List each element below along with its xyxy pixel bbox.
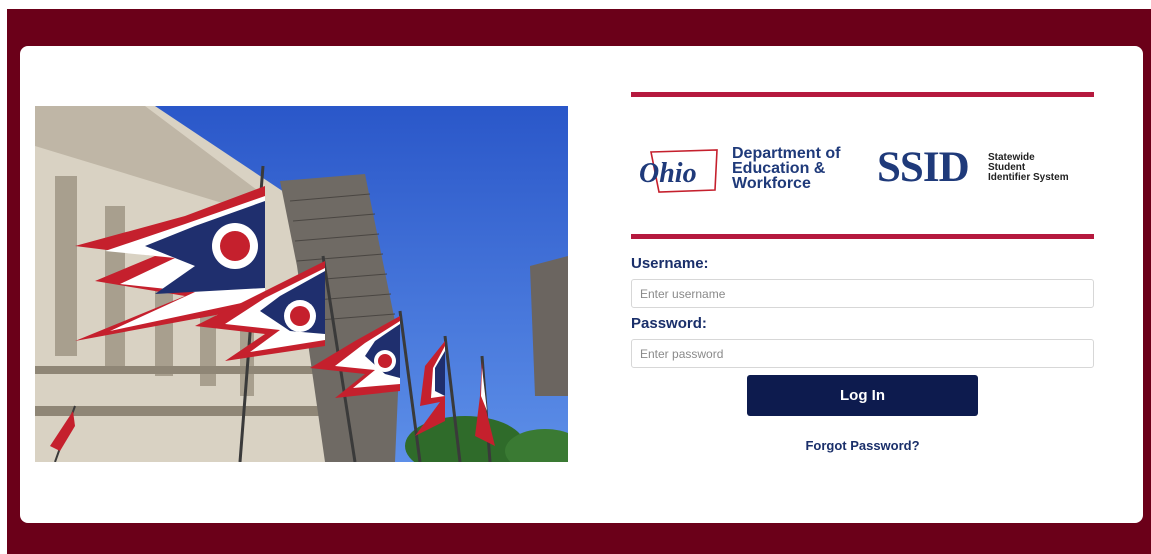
ohio-logo-text: Ohio	[639, 158, 697, 189]
flags-photo	[35, 106, 568, 462]
login-button[interactable]: Log In	[747, 375, 978, 416]
forgot-password-link[interactable]: Forgot Password?	[631, 438, 1094, 453]
password-input[interactable]	[631, 339, 1094, 368]
username-label: Username:	[631, 255, 709, 272]
dept-line-3: Workforce	[732, 175, 811, 192]
ssid-desc-line-3: Identifier System	[988, 172, 1069, 183]
dept-line-1: Department of	[732, 145, 841, 162]
password-label: Password:	[631, 315, 707, 332]
ssid-description: Statewide Student Identifier System	[988, 153, 1069, 183]
dept-name: Department of Education & Workforce	[732, 145, 841, 192]
ohio-logo: Ohio	[639, 149, 718, 193]
hero-photo	[35, 106, 568, 462]
bottom-accent-rule	[631, 234, 1094, 239]
ssid-logo: SSID	[877, 144, 970, 191]
username-input[interactable]	[631, 279, 1094, 308]
dept-line-2: Education &	[732, 160, 826, 177]
header-logos: Ohio Department of Education & Workforce…	[631, 140, 1094, 200]
top-accent-rule	[631, 92, 1094, 97]
